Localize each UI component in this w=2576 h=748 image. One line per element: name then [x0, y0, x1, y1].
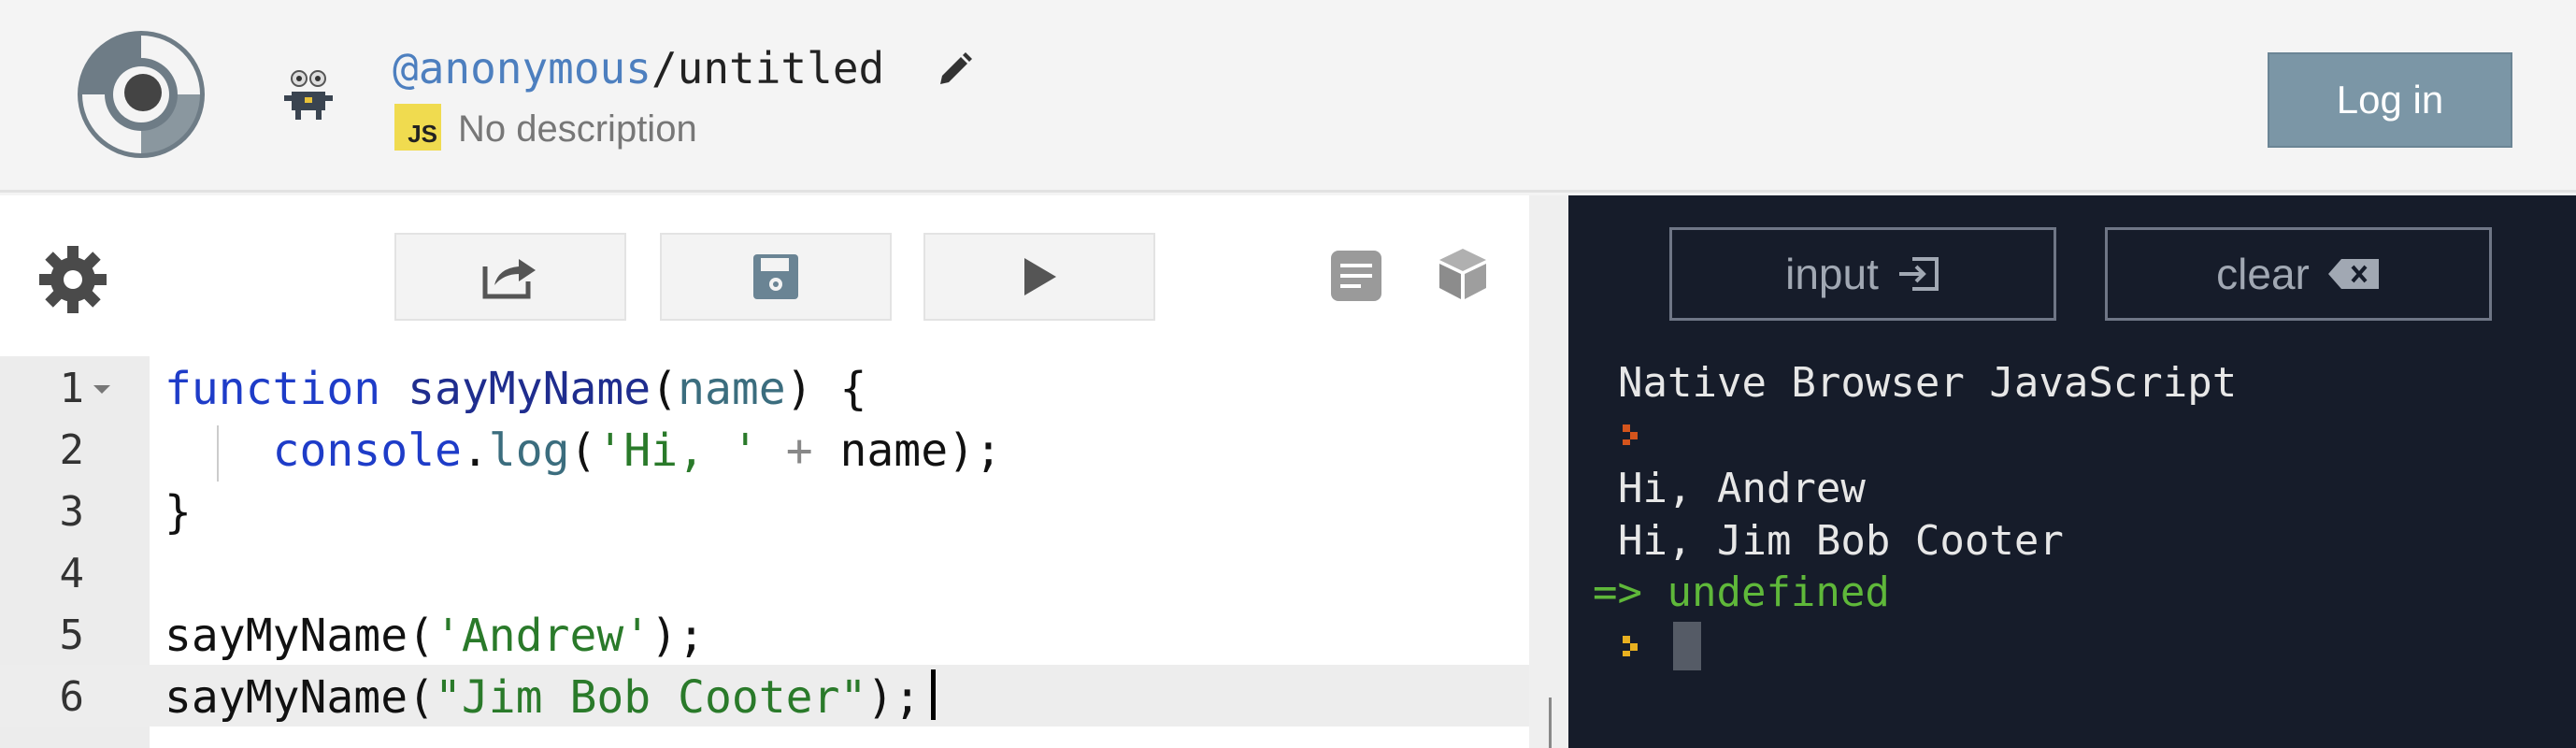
input-button[interactable]: input: [1669, 227, 2056, 321]
pane-splitter[interactable]: [1529, 195, 1568, 748]
repl-description[interactable]: No description: [458, 108, 697, 151]
save-icon: [753, 254, 798, 299]
packages-icon[interactable]: [1434, 245, 1492, 303]
code-line[interactable]: sayMyName('Andrew');: [165, 605, 705, 667]
console-output-line: Hi, Andrew: [1618, 465, 1866, 512]
header: @anonymous/untitled JS No description Lo…: [0, 0, 2576, 193]
result-value: undefined: [1667, 568, 1890, 616]
console-input-cursor[interactable]: [1673, 622, 1701, 670]
play-icon: [1024, 258, 1056, 295]
input-button-label: input: [1785, 250, 1879, 298]
logo-icon[interactable]: [73, 26, 209, 163]
clear-button[interactable]: clear: [2105, 227, 2492, 321]
code-line[interactable]: console.log('Hi, ' + name);: [165, 420, 1002, 482]
splitter-handle[interactable]: [1549, 698, 1552, 748]
fold-arrow-icon[interactable]: [93, 385, 110, 394]
line-number: 3: [59, 488, 85, 536]
code-line[interactable]: }: [165, 482, 192, 543]
input-icon: [1898, 257, 1939, 291]
console-output-line: Hi, Jim Bob Cooter: [1618, 517, 2064, 565]
console-result: => undefined: [1593, 568, 1890, 616]
prompt-icon: [1623, 424, 1638, 445]
clear-icon: [2327, 259, 2379, 289]
line-number: 6: [59, 673, 85, 721]
run-button[interactable]: [923, 233, 1155, 321]
repl-title[interactable]: @anonymous/untitled: [393, 43, 884, 94]
save-button[interactable]: [660, 233, 892, 321]
code-line[interactable]: sayMyName("Jim Bob Cooter");: [165, 667, 921, 728]
clear-button-label: clear: [2216, 250, 2310, 298]
share-button[interactable]: [394, 233, 626, 321]
console-header: Native Browser JavaScript: [1618, 359, 2238, 407]
language-badge: JS: [394, 104, 441, 151]
format-icon[interactable]: [1329, 249, 1383, 303]
share-icon: [482, 259, 536, 299]
line-number: 1: [59, 365, 85, 412]
pencil-icon[interactable]: [935, 50, 974, 90]
title-separator: /: [651, 43, 678, 94]
robot-avatar-icon[interactable]: [279, 65, 338, 125]
code-line[interactable]: function sayMyName(name) {: [165, 358, 866, 420]
gear-icon[interactable]: [37, 244, 108, 315]
prompt-icon: [1623, 636, 1638, 656]
line-number: 5: [59, 611, 85, 659]
text-cursor: [931, 669, 936, 720]
line-number: 2: [59, 426, 85, 474]
result-arrow: =>: [1593, 568, 1642, 616]
owner-link[interactable]: @anonymous: [393, 43, 651, 94]
line-number: 4: [59, 550, 85, 597]
login-button[interactable]: Log in: [2268, 52, 2512, 148]
repl-name[interactable]: untitled: [678, 43, 885, 94]
